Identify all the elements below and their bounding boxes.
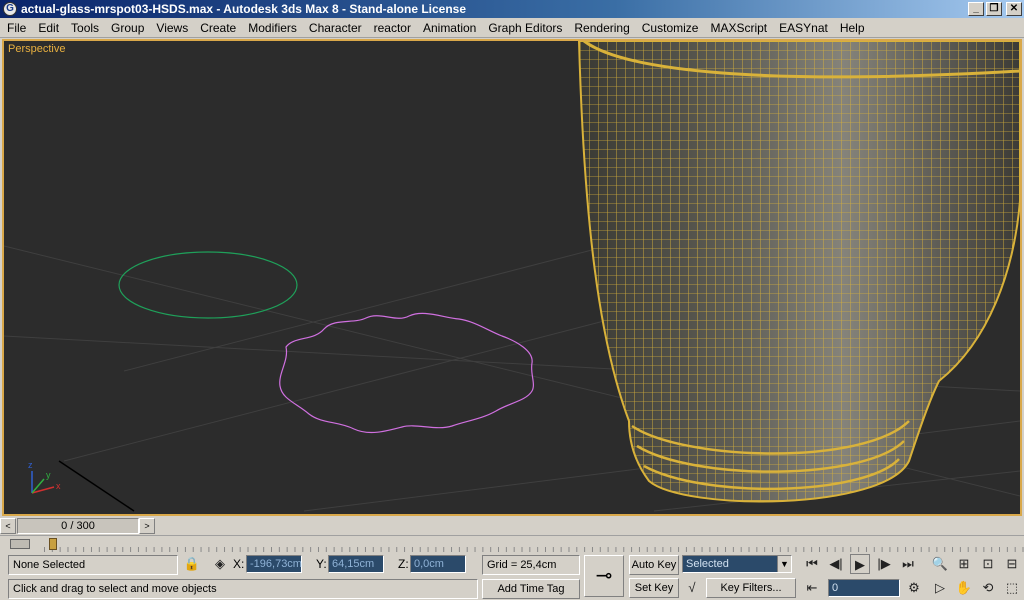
circle-shape[interactable] [118, 251, 298, 319]
z-label: Z: [398, 557, 409, 571]
curve-editor-icon[interactable] [10, 539, 30, 549]
axis-x-label: x [56, 481, 61, 491]
pan-icon[interactable]: ✋ [954, 578, 974, 598]
set-key-icon[interactable]: ⊸ [584, 555, 624, 597]
axis-z-label: z [28, 460, 33, 470]
grid-size: Grid = 25,4cm [482, 555, 580, 575]
grid-axis-line [58, 460, 135, 512]
menu-animation[interactable]: Animation [417, 18, 482, 38]
menu-file[interactable]: File [1, 18, 32, 38]
star-spline-shape[interactable] [279, 312, 535, 434]
x-label: X: [233, 557, 245, 571]
time-slider-bar: < 0 / 300 > [0, 517, 1024, 535]
status-bar: None Selected Click and drag to select a… [0, 552, 1024, 600]
menu-views[interactable]: Views [150, 18, 194, 38]
auto-key-button[interactable]: Auto Key [629, 555, 679, 575]
absolute-mode-icon[interactable]: ◈ [210, 554, 230, 574]
key-mode-toggle-icon[interactable]: ⇤ [802, 578, 822, 598]
title-bar: G actual-glass-mrspot03-HSDS.max - Autod… [0, 0, 1024, 18]
set-key-button[interactable]: Set Key [629, 578, 679, 598]
menu-graph-editors[interactable]: Graph Editors [482, 18, 568, 38]
zoom-icon[interactable]: 🔍 [930, 554, 950, 574]
lock-icon[interactable]: 🔒 [182, 554, 202, 574]
key-filters-button[interactable]: Key Filters... [706, 578, 796, 598]
zoom-extents-all-icon[interactable]: ⊟ [1002, 554, 1022, 574]
glass-mesh[interactable] [577, 41, 1020, 503]
tangent-icon[interactable]: √ [682, 578, 702, 598]
menu-customize[interactable]: Customize [636, 18, 705, 38]
trackbar[interactable] [0, 535, 1024, 552]
frame-ruler[interactable] [44, 536, 1024, 552]
zoom-extents-icon[interactable]: ⊡ [978, 554, 998, 574]
viewport-scene: x z y [4, 41, 1020, 512]
chevron-down-icon[interactable]: ▼ [777, 556, 791, 572]
goto-end-icon[interactable]: ⏭ [898, 554, 918, 574]
menu-character[interactable]: Character [303, 18, 368, 38]
prev-frame-icon[interactable]: ◀| [826, 554, 846, 574]
key-mode-value: Selected [686, 558, 729, 570]
close-button[interactable]: ✕ [1006, 2, 1022, 16]
menu-create[interactable]: Create [194, 18, 242, 38]
axis-tripod: x z y [28, 460, 61, 494]
play-icon[interactable]: ▶ [850, 554, 870, 574]
current-frame-field[interactable]: 0 [828, 579, 900, 597]
viewport-label[interactable]: Perspective [8, 43, 65, 55]
time-track[interactable] [155, 518, 1024, 534]
field-of-view-icon[interactable]: ▷ [930, 578, 950, 598]
menu-tools[interactable]: Tools [65, 18, 105, 38]
z-coordinate-field[interactable]: 0,0cm [410, 555, 466, 573]
time-next-button[interactable]: > [139, 518, 155, 534]
perspective-viewport[interactable]: Perspective x z y [2, 39, 1022, 516]
add-time-tag-button[interactable]: Add Time Tag [482, 579, 580, 599]
restore-button[interactable]: ❐ [986, 2, 1002, 16]
time-configuration-icon[interactable]: ⚙ [904, 578, 924, 598]
frame-handle[interactable] [49, 538, 57, 550]
key-mode-dropdown[interactable]: Selected ▼ [682, 555, 792, 573]
selection-status: None Selected [8, 555, 178, 575]
y-coordinate-field[interactable]: 64,15cm [328, 555, 384, 573]
menu-rendering[interactable]: Rendering [568, 18, 635, 38]
axis-y-label: y [46, 470, 51, 480]
orbit-icon[interactable]: ⟲ [978, 578, 998, 598]
goto-start-icon[interactable]: ⏮ [802, 554, 822, 574]
menu-bar: File Edit Tools Group Views Create Modif… [0, 18, 1024, 38]
minimize-button[interactable]: _ [968, 2, 984, 16]
maximize-viewport-icon[interactable]: ⬚ [1002, 578, 1022, 598]
window-title: actual-glass-mrspot03-HSDS.max - Autodes… [21, 2, 467, 16]
menu-modifiers[interactable]: Modifiers [242, 18, 303, 38]
menu-edit[interactable]: Edit [32, 18, 65, 38]
menu-maxscript[interactable]: MAXScript [704, 18, 773, 38]
next-frame-icon[interactable]: |▶ [874, 554, 894, 574]
prompt-line: Click and drag to select and move object… [8, 579, 478, 599]
app-icon[interactable]: G [3, 2, 17, 16]
zoom-all-icon[interactable]: ⊞ [954, 554, 974, 574]
y-label: Y: [316, 557, 327, 571]
menu-reactor[interactable]: reactor [368, 18, 417, 38]
menu-help[interactable]: Help [834, 18, 871, 38]
x-coordinate-field[interactable]: -196,73cm [246, 555, 302, 573]
time-prev-button[interactable]: < [0, 518, 16, 534]
menu-easynat[interactable]: EASYnat [773, 18, 834, 38]
menu-group[interactable]: Group [105, 18, 150, 38]
time-slider[interactable]: 0 / 300 [17, 518, 139, 534]
